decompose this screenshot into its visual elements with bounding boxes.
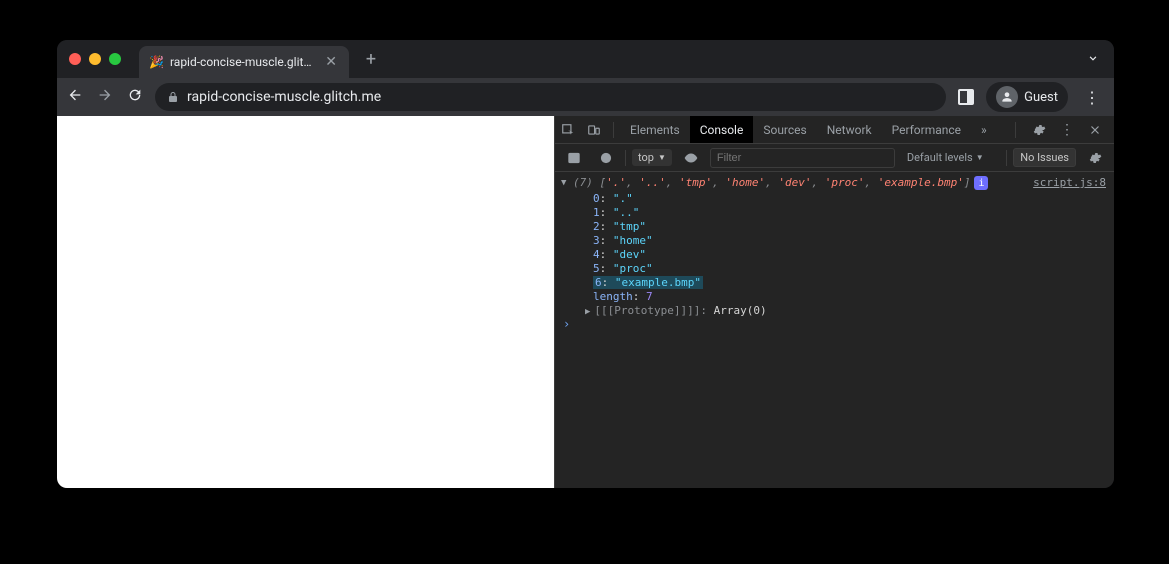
log-levels-selector[interactable]: Default levels ▼ [907, 151, 984, 164]
maximize-window-button[interactable] [109, 53, 121, 65]
devtools-tab-bar: Elements Console Sources Network Perform… [555, 116, 1114, 144]
address-bar[interactable]: rapid-concise-muscle.glitch.me [155, 83, 946, 111]
reload-button[interactable] [127, 87, 143, 107]
console-log-entry[interactable]: ▼ (7) ['.', '..', 'tmp', 'home', 'dev', … [555, 176, 1114, 192]
browser-menu-icon[interactable]: ⋮ [1080, 88, 1104, 107]
devtools-settings-icon[interactable] [1026, 123, 1052, 137]
nav-buttons [67, 87, 143, 107]
prototype-row[interactable]: ▶[[[Prototype]]]]: Array(0) [555, 304, 1114, 317]
array-item[interactable]: 4: "dev" [593, 248, 1114, 262]
new-tab-button[interactable]: + [357, 45, 385, 73]
console-prompt[interactable]: › [555, 317, 1114, 331]
array-item[interactable]: 0: "." [593, 192, 1114, 206]
array-item[interactable]: 2: "tmp" [593, 220, 1114, 234]
avatar-icon [996, 86, 1018, 108]
lock-icon [167, 91, 179, 103]
side-panel-icon[interactable] [958, 89, 974, 105]
issues-button[interactable]: No Issues [1013, 148, 1076, 167]
profile-button[interactable]: Guest [986, 82, 1068, 112]
console-output: ▼ (7) ['.', '..', 'tmp', 'home', 'dev', … [555, 172, 1114, 488]
tab-elements[interactable]: Elements [620, 116, 690, 143]
array-item[interactable]: 5: "proc" [593, 262, 1114, 276]
tab-favicon: 🎉 [149, 55, 164, 69]
console-sidebar-toggle-icon[interactable] [561, 144, 587, 171]
browser-window: 🎉 rapid-concise-muscle.glitch.m ✕ + rapi… [57, 40, 1114, 488]
array-preview: (7) ['.', '..', 'tmp', 'home', 'dev', 'p… [573, 176, 970, 190]
close-window-button[interactable] [69, 53, 81, 65]
minimize-window-button[interactable] [89, 53, 101, 65]
console-toolbar: top ▼ Default levels ▼ No Issues [555, 144, 1114, 172]
expanded-array: 0: "."1: ".."2: "tmp"3: "home"4: "dev"5:… [555, 192, 1114, 304]
devtools-panel: Elements Console Sources Network Perform… [554, 116, 1114, 488]
more-tabs-icon[interactable]: » [971, 116, 997, 143]
info-badge-icon[interactable]: i [974, 176, 988, 190]
tab-sources[interactable]: Sources [753, 116, 816, 143]
inspect-element-icon[interactable] [555, 116, 581, 143]
forward-button[interactable] [97, 87, 113, 107]
devtools-close-icon[interactable] [1082, 123, 1108, 137]
browser-tab[interactable]: 🎉 rapid-concise-muscle.glitch.m ✕ [139, 46, 349, 78]
tab-title: rapid-concise-muscle.glitch.m [170, 55, 317, 69]
url-text: rapid-concise-muscle.glitch.me [187, 89, 381, 105]
browser-toolbar: rapid-concise-muscle.glitch.me Guest ⋮ [57, 78, 1114, 116]
window-controls [69, 53, 121, 65]
tabs-dropdown-icon[interactable] [1086, 50, 1100, 69]
console-filter-input[interactable] [710, 148, 895, 168]
devtools-menu-icon[interactable]: ⋮ [1056, 122, 1078, 138]
device-toolbar-icon[interactable] [581, 116, 607, 143]
tab-strip: 🎉 rapid-concise-muscle.glitch.m ✕ + [57, 40, 1114, 78]
close-tab-icon[interactable]: ✕ [323, 54, 339, 70]
array-length: length: 7 [593, 290, 1114, 304]
tab-network[interactable]: Network [817, 116, 882, 143]
source-link[interactable]: script.js:8 [1023, 176, 1106, 190]
clear-console-icon[interactable] [593, 144, 619, 171]
page-content [57, 116, 554, 488]
tab-console[interactable]: Console [690, 116, 754, 143]
live-expression-icon[interactable] [678, 144, 704, 171]
console-settings-icon[interactable] [1082, 144, 1108, 171]
tab-performance[interactable]: Performance [882, 116, 971, 143]
array-item[interactable]: 1: ".." [593, 206, 1114, 220]
array-item[interactable]: 6: "example.bmp" [593, 276, 1114, 290]
array-item[interactable]: 3: "home" [593, 234, 1114, 248]
execution-context-selector[interactable]: top ▼ [632, 149, 672, 166]
profile-label: Guest [1024, 90, 1058, 105]
expand-toggle-icon[interactable]: ▼ [561, 178, 566, 188]
back-button[interactable] [67, 87, 83, 107]
